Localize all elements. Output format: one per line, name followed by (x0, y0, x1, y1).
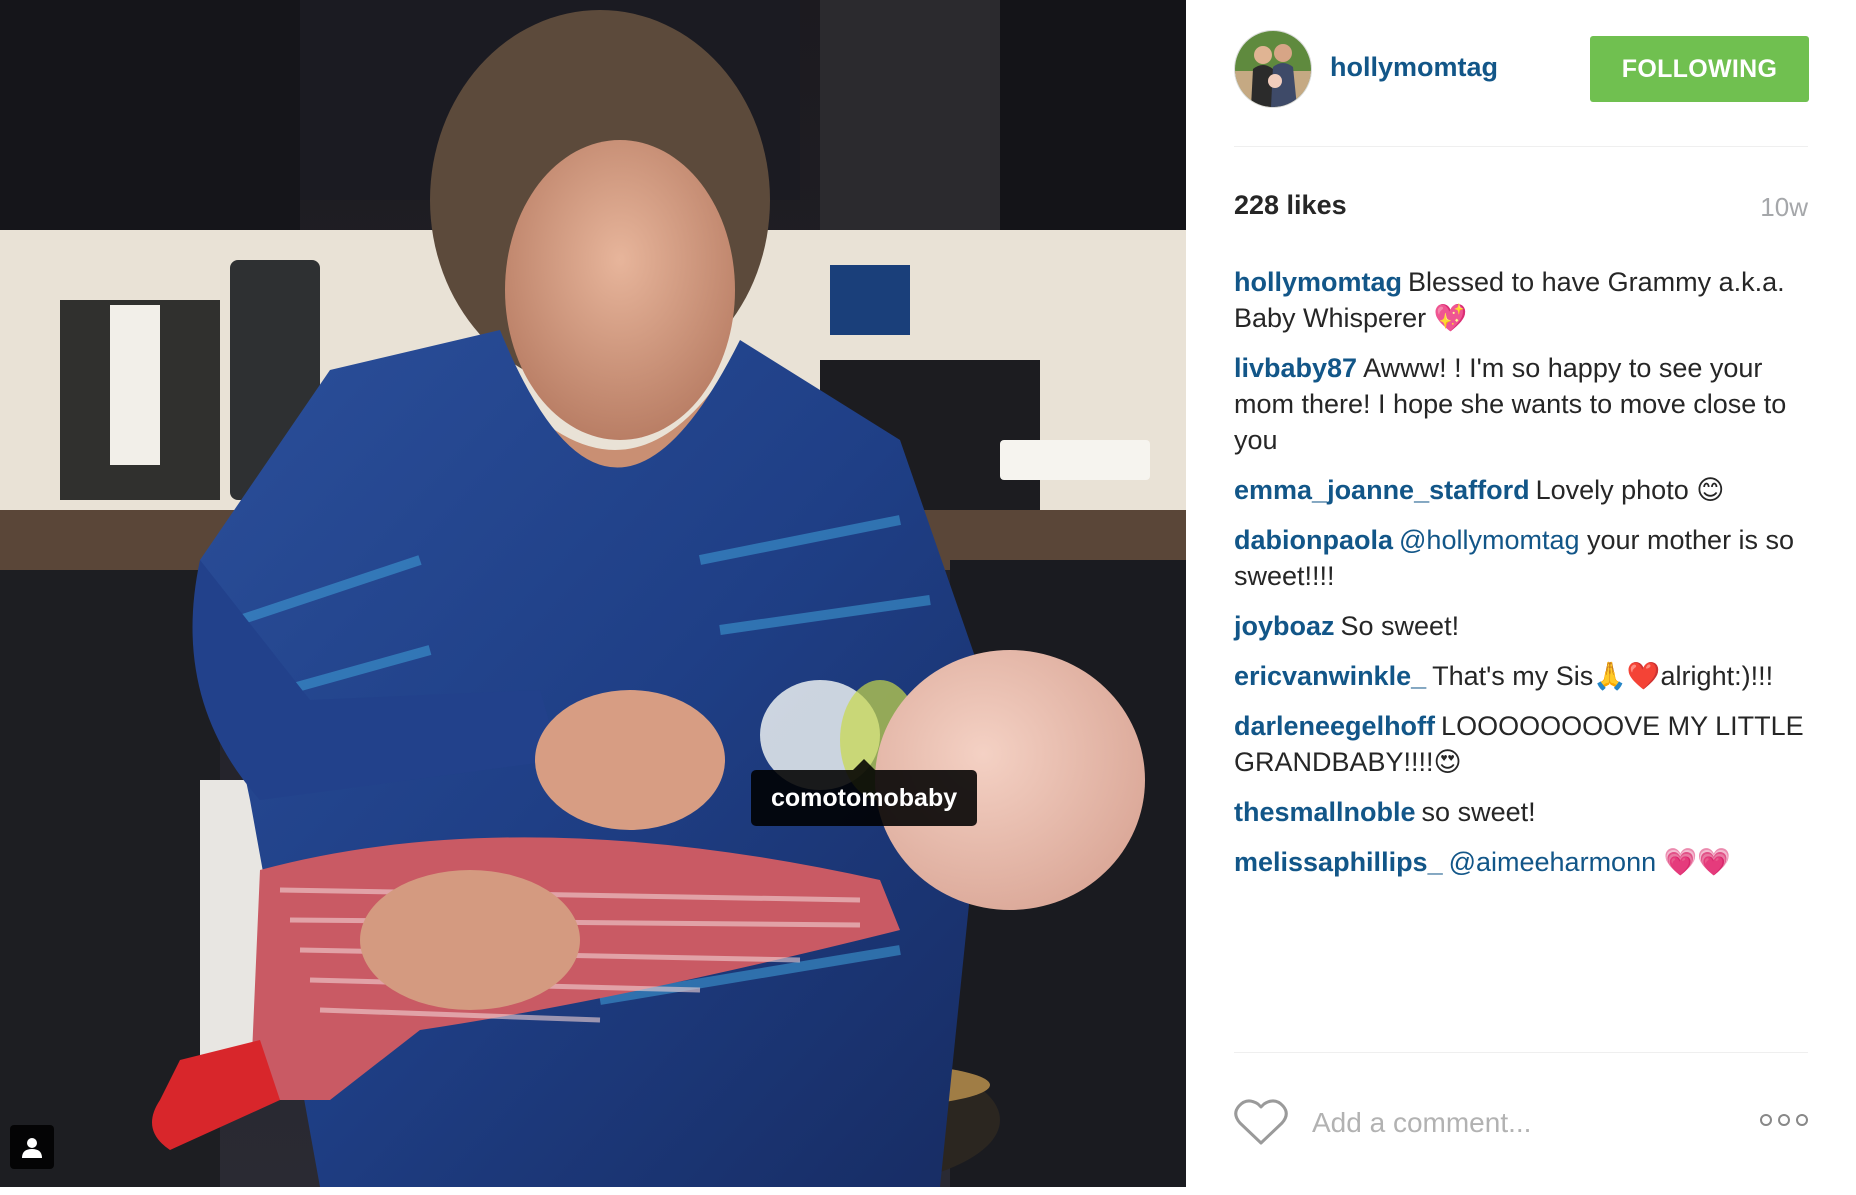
comment-mention[interactable]: @aimeeharmonn (1449, 847, 1657, 877)
comment: ericvanwinkle_ That's my Sis🙏❤️alright:)!… (1234, 658, 1814, 694)
heart-outline-icon[interactable] (1234, 1098, 1290, 1148)
comment-username[interactable]: livbaby87 (1234, 353, 1357, 383)
post-photo[interactable]: comotomobaby (0, 0, 1186, 1187)
comment: hollymomtag Blessed to have Grammy a.k.a.… (1234, 264, 1814, 336)
comment-username[interactable]: emma_joanne_stafford (1234, 475, 1530, 505)
post-age[interactable]: 10w (1760, 192, 1808, 223)
photo-user-tag[interactable]: comotomobaby (751, 759, 978, 826)
comment: thesmallnoble so sweet! (1234, 794, 1814, 830)
comment-username[interactable]: joyboaz (1234, 611, 1335, 641)
likes-count[interactable]: 228 likes (1234, 190, 1347, 221)
comment-text: That's my Sis🙏❤️alright:)!!! (1432, 661, 1774, 691)
comment-username[interactable]: melissaphillips_ (1234, 847, 1443, 877)
comment-text: so sweet! (1421, 797, 1536, 827)
comments-list: hollymomtag Blessed to have Grammy a.k.a.… (1234, 264, 1814, 894)
comment-text: So sweet! (1340, 611, 1460, 641)
comment-mention[interactable]: @hollymomtag (1399, 525, 1579, 555)
comment: darleneegelhoff LOOOOOOOOVE MY LITTLE GRA… (1234, 708, 1814, 780)
comment: melissaphillips_ @aimeeharmonn 💗💗 (1234, 844, 1814, 880)
person-icon[interactable] (10, 1125, 54, 1169)
comment-username[interactable]: hollymomtag (1234, 267, 1402, 297)
post-sidebar: hollymomtag FOLLOWING 228 likes 10w holl… (1186, 0, 1856, 1194)
comment-input[interactable] (1310, 1100, 1694, 1146)
avatar[interactable] (1234, 30, 1312, 108)
comment: livbaby87 Awww! ! I'm so happy to see you… (1234, 350, 1814, 458)
comment-text: 💗💗 (1656, 847, 1731, 877)
more-options-icon[interactable] (1758, 1110, 1810, 1134)
following-button[interactable]: FOLLOWING (1590, 36, 1809, 102)
post-author-username[interactable]: hollymomtag (1330, 52, 1498, 83)
comment-username[interactable]: ericvanwinkle_ (1234, 661, 1426, 691)
comment-username[interactable]: darleneegelhoff (1234, 711, 1435, 741)
comment: joyboaz So sweet! (1234, 608, 1814, 644)
comment-username[interactable]: thesmallnoble (1234, 797, 1416, 827)
comment: emma_joanne_stafford Lovely photo 😊 (1234, 472, 1814, 508)
photo-illustration (0, 0, 1186, 1187)
comment: dabionpaola @hollymomtag your mother is s… (1234, 522, 1814, 594)
comment-text: Lovely photo 😊 (1535, 475, 1725, 505)
comment-username[interactable]: dabionpaola (1234, 525, 1393, 555)
